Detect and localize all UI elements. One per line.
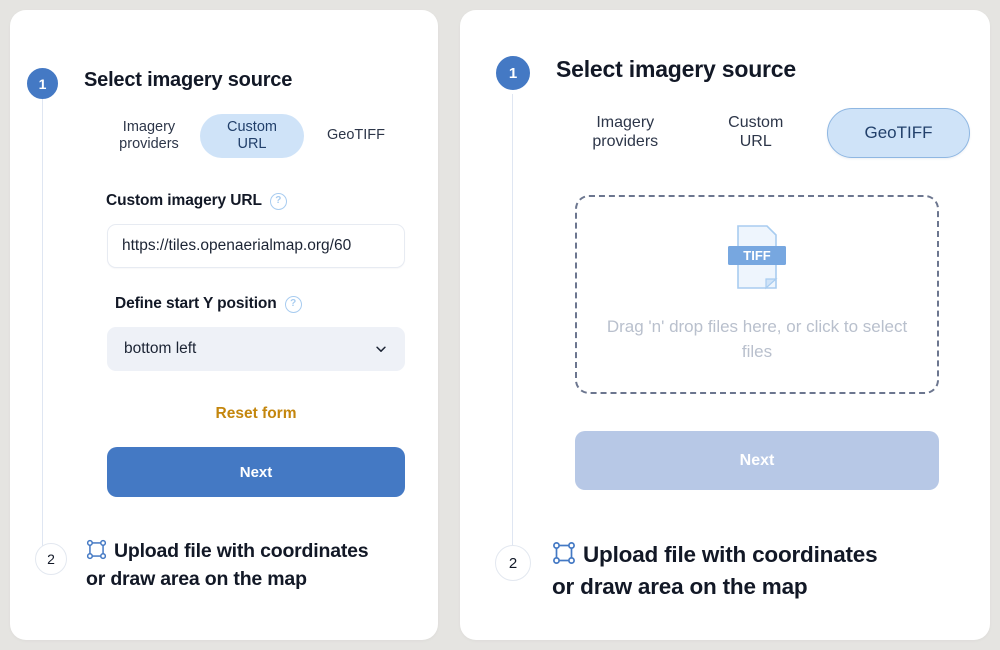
help-icon[interactable]: ? [284,295,302,313]
tab-imagery-providers-line2: providers [592,133,659,150]
step-1-title: Select imagery source [84,69,293,91]
step-2-number: 2 [508,554,518,572]
tab-imagery-providers-line2: providers [119,136,179,152]
help-icon[interactable]: ? [269,192,287,210]
custom-url-card: 1 Select imagery source Imagery provider… [10,10,438,640]
step-2-line2: or draw area on the map [86,567,307,590]
step-2-badge: 2 [35,543,67,575]
step-2-line2: or draw area on the map [552,573,808,599]
tab-geotiff[interactable]: GeoTIFF [308,114,404,158]
tab-geotiff-line1: GeoTIFF [326,127,385,144]
stepper-rail-right [512,94,513,546]
step-1-number: 1 [38,75,47,92]
step-2-title: Upload file with coordinates or draw are… [552,541,962,602]
imagery-source-tabs: Imagery providers Custom URL GeoTIFF [102,114,408,158]
step-1-badge: 1 [496,56,530,90]
step-2-line1: Upload file with coordinates [114,540,369,562]
tab-custom-url[interactable]: Custom URL [200,114,304,158]
start-y-position-label-text: Define start Y position [115,295,277,312]
step-1-number: 1 [508,64,518,82]
screen: 1 Select imagery source Imagery provider… [0,0,1000,650]
geotiff-card: 1 Select imagery source Imagery provider… [460,10,990,640]
step-1-title: Select imagery source [556,56,796,82]
tab-geotiff[interactable]: GeoTIFF [826,108,970,158]
step-1-badge: 1 [27,68,58,99]
tab-imagery-providers-line1: Imagery [122,118,176,135]
dropzone-instruction: Drag 'n' drop files here, or click to se… [606,317,908,361]
file-dropzone[interactable]: TIFF Drag 'n' drop files here, or click … [575,195,939,394]
custom-imagery-url-input[interactable]: https://tiles.openaerialmap.org/60 [107,224,405,268]
tab-custom-url-line1: Custom [227,118,277,135]
reset-form-link[interactable]: Reset form [107,405,405,423]
start-y-position-label: Define start Y position ? [115,295,302,313]
step-2-badge: 2 [495,545,531,581]
tab-imagery-providers[interactable]: Imagery providers [102,114,196,158]
bounding-box-icon [86,539,107,567]
chevron-down-icon [374,342,388,356]
step-2-number: 2 [47,551,55,567]
next-button[interactable]: Next [107,447,405,497]
step-2-title: Upload file with coordinates or draw are… [86,539,421,592]
tab-custom-url-line2: URL [739,133,772,150]
tiff-file-icon-label: TIFF [743,248,770,263]
tab-imagery-providers-line1: Imagery [596,114,655,132]
custom-imagery-url-label-text: Custom imagery URL [106,192,262,209]
tiff-file-icon: TIFF [726,224,788,295]
start-y-position-select[interactable]: bottom left [107,327,405,371]
next-button[interactable]: Next [575,431,939,490]
stepper-rail-left [42,94,43,546]
imagery-source-tabs: Imagery providers Custom URL GeoTIFF [570,108,970,158]
custom-imagery-url-label: Custom imagery URL ? [106,192,287,210]
tab-custom-url-line2: URL [237,136,267,152]
start-y-position-value: bottom left [124,340,197,357]
bounding-box-icon [552,541,576,573]
tab-geotiff-line1: GeoTIFF [864,122,933,142]
custom-imagery-url-value: https://tiles.openaerialmap.org/60 [122,237,352,254]
tab-custom-url[interactable]: Custom URL [699,108,813,158]
tab-imagery-providers[interactable]: Imagery providers [570,108,681,158]
step-2-line1: Upload file with coordinates [583,542,878,567]
tab-custom-url-line1: Custom [728,114,784,132]
